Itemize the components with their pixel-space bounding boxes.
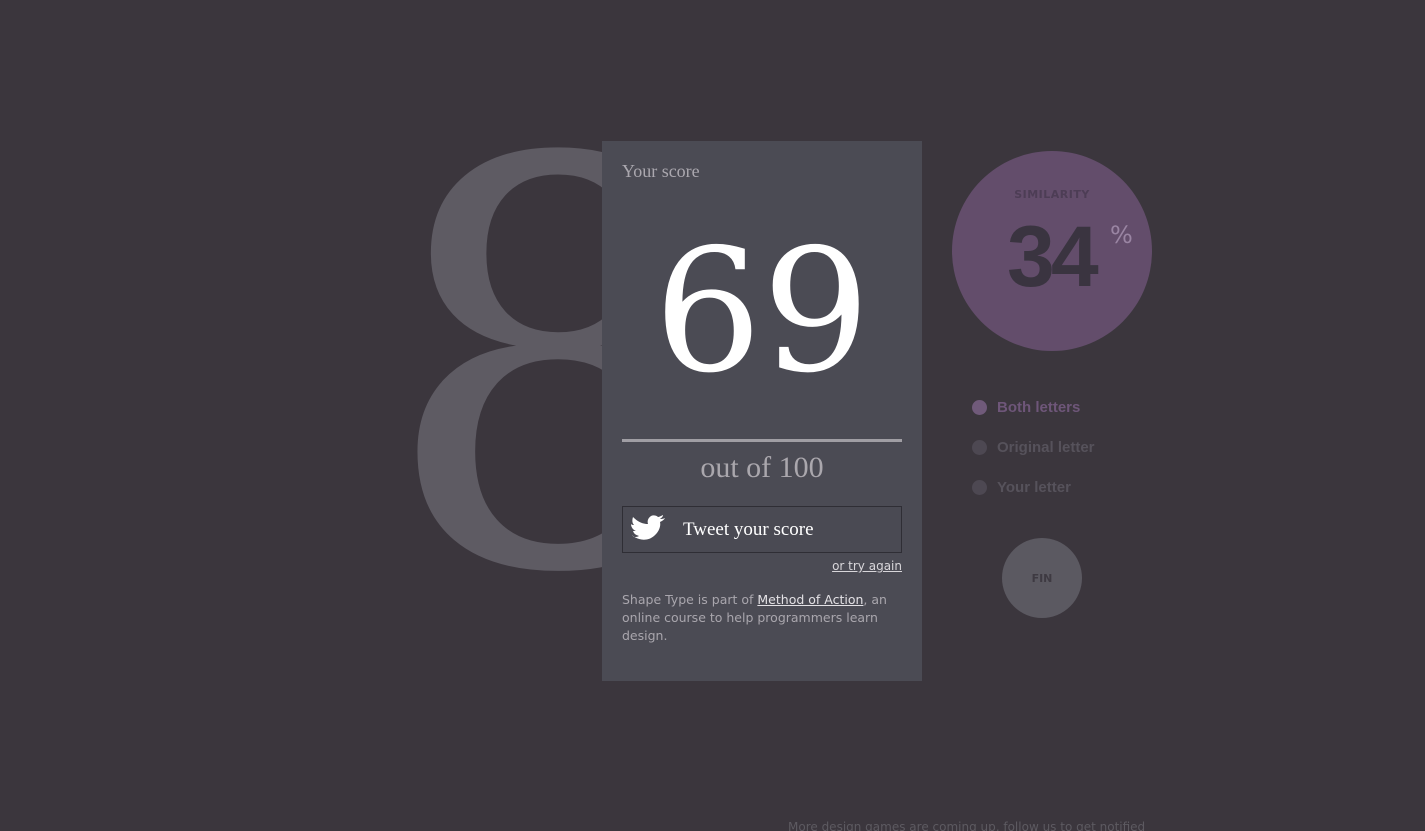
- tweet-button-label: Tweet your score: [683, 518, 814, 540]
- radio-dot-icon: [972, 439, 987, 455]
- game-stage: 8 Your score 69 out of 100 Tweet your sc…: [0, 0, 1425, 831]
- view-toggle-legend: Both letters Original letter Your letter: [972, 397, 1095, 517]
- legend-item-both-letters[interactable]: Both letters: [972, 397, 1095, 417]
- legend-label: Both letters: [997, 398, 1081, 416]
- try-again-link[interactable]: or try again: [622, 559, 902, 573]
- legend-label: Your letter: [997, 478, 1071, 496]
- similarity-value: 34: [1007, 209, 1099, 305]
- about-text: Shape Type is part of Method of Action, …: [622, 591, 902, 645]
- legend-label: Original letter: [997, 438, 1095, 456]
- radio-dot-icon: [972, 479, 987, 495]
- method-of-action-link[interactable]: Method of Action: [757, 592, 863, 607]
- tweet-score-button[interactable]: Tweet your score: [622, 506, 902, 553]
- similarity-badge: SIMILARITY 34 %: [952, 151, 1152, 351]
- score-heading: Your score: [622, 161, 700, 181]
- about-text-before: Shape Type is part of: [622, 592, 758, 607]
- legend-item-your-letter[interactable]: Your letter: [972, 477, 1095, 497]
- footer-note: More design games are coming up, follow …: [788, 820, 1146, 831]
- score-divider: [622, 439, 902, 442]
- fin-button[interactable]: FIN: [1002, 538, 1082, 618]
- score-value: 69: [653, 213, 871, 411]
- legend-item-original-letter[interactable]: Original letter: [972, 437, 1095, 457]
- score-panel: Your score 69 out of 100 Tweet your scor…: [602, 141, 922, 681]
- radio-dot-icon: [972, 399, 987, 415]
- score-out-of: out of 100: [700, 451, 824, 484]
- similarity-unit: %: [1110, 221, 1133, 249]
- twitter-bird-icon: [631, 514, 665, 540]
- similarity-label: SIMILARITY: [1014, 188, 1090, 201]
